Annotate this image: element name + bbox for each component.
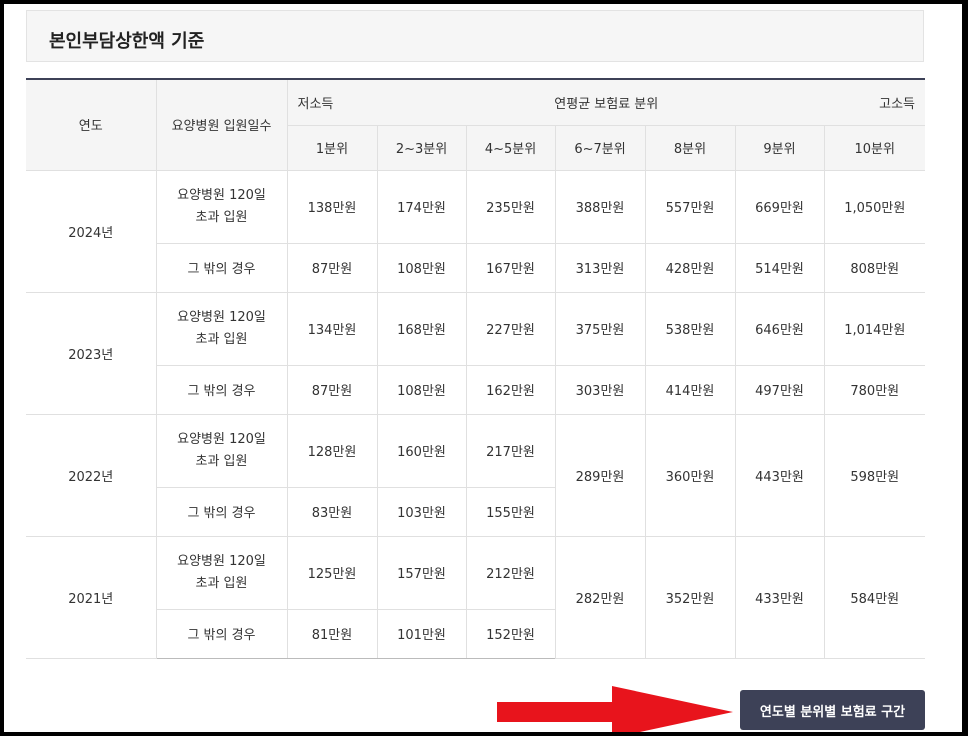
value-cell: 388만원 [554,169,646,244]
value-cell: 235만원 [465,169,556,244]
value-cell: 87만원 [286,364,378,415]
section-title: 본인부담상한액 기준 [49,31,205,52]
table-row: 그 밖의 경우 87만원 108만원 162만원 303만원 414만원 497… [26,364,926,415]
header-band: 저소득 연평균 보험료 분위 고소득 [286,78,926,126]
value-cell: 303만원 [554,364,646,415]
value-cell: 598만원 [823,413,926,537]
value-cell: 101만원 [376,608,467,659]
table-row: 2024년 요양병원 120일 초과 입원 138만원 174만원 235만원 … [26,169,926,293]
value-cell: 428만원 [644,242,736,293]
condition-cell: 요양병원 120일 초과 입원 [155,169,288,244]
header-band-label: 연평균 보험료 분위 [554,96,659,112]
value-cell: 212만원 [465,535,556,610]
value-cell: 514만원 [734,242,825,293]
table-row: 2021년 요양병원 120일 초과 입원 125만원 157만원 212만원 … [26,535,926,659]
year-cell: 2023년 [26,291,157,415]
value-cell: 108만원 [376,242,467,293]
value-cell: 227만원 [465,291,556,366]
condition-cell: 그 밖의 경우 [156,608,288,659]
value-cell: 433만원 [734,535,825,659]
header-decile: 2~3분위 [376,124,467,171]
value-cell: 360만원 [644,413,736,537]
table-row: 2022년 요양병원 120일 초과 입원 128만원 160만원 217만원 … [26,413,926,537]
value-cell: 538만원 [644,291,736,366]
value-cell: 103만원 [376,486,467,537]
header-year: 연도 [26,78,157,171]
year-cell: 2021년 [26,535,157,659]
condition-line: 초과 입원 [195,209,248,225]
value-cell: 352만원 [644,535,736,659]
condition-line: 요양병원 120일 [177,187,266,203]
condition-cell: 요양병원 120일 초과 입원 [155,535,288,610]
header-low-income: 저소득 [297,96,334,112]
condition-line: 초과 입원 [195,575,248,591]
value-cell: 108만원 [376,364,467,415]
header-decile: 8분위 [644,124,736,171]
header-high-income: 고소득 [879,96,916,112]
condition-line: 초과 입원 [195,453,248,469]
value-cell: 669만원 [734,169,825,244]
value-cell: 414만원 [644,364,736,415]
value-cell: 217만원 [465,413,556,488]
condition-cell: 그 밖의 경우 [156,486,288,537]
premium-band-by-year-button[interactable]: 연도별 분위별 보험료 구간 [740,690,925,730]
table-row: 2023년 요양병원 120일 초과 입원 134만원 168만원 227만원 … [26,291,926,415]
copay-limit-table: 연도 요양병원 입원일수 저소득 연평균 보험료 분위 고소득 1분위 2~3분… [26,78,926,659]
header-decile: 1분위 [287,124,378,171]
value-cell: 1,014만원 [823,291,926,366]
value-cell: 87만원 [286,242,378,293]
condition-cell: 요양병원 120일 초과 입원 [155,291,288,366]
value-cell: 138만원 [286,169,378,244]
value-cell: 584만원 [823,535,926,659]
condition-line: 요양병원 120일 [177,431,266,447]
value-cell: 313만원 [554,242,646,293]
value-cell: 497만원 [734,364,825,415]
red-arrow-icon [497,686,733,732]
header-decile: 6~7분위 [554,124,646,171]
value-cell: 167만원 [465,242,556,293]
condition-cell: 그 밖의 경우 [156,364,288,415]
value-cell: 808만원 [823,242,926,293]
year-cell: 2024년 [26,169,157,293]
value-cell: 157만원 [376,535,467,610]
value-cell: 174만원 [376,169,467,244]
value-cell: 168만원 [376,291,467,366]
header-decile: 4~5분위 [465,124,556,171]
value-cell: 160만원 [376,413,467,488]
header-decile: 10분위 [823,124,926,171]
condition-cell: 요양병원 120일 초과 입원 [155,413,288,488]
condition-cell: 그 밖의 경우 [156,242,288,293]
value-cell: 375만원 [554,291,646,366]
condition-line: 요양병원 120일 [177,309,266,325]
value-cell: 780만원 [823,364,926,415]
header-days: 요양병원 입원일수 [155,78,288,171]
value-cell: 162만원 [465,364,556,415]
value-cell: 1,050만원 [823,169,926,244]
value-cell: 443만원 [734,413,825,537]
value-cell: 155만원 [465,486,555,537]
page-frame: 본인부담상한액 기준 연도 요양병원 입원일수 저소득 연평균 보험료 분위 고… [4,4,962,732]
value-cell: 646만원 [734,291,825,366]
section-header: 본인부담상한액 기준 [26,10,924,62]
value-cell: 152만원 [465,608,555,659]
header-decile: 9분위 [734,124,825,171]
value-cell: 83만원 [286,486,378,537]
value-cell: 282만원 [554,535,646,659]
value-cell: 81만원 [286,608,378,659]
value-cell: 289만원 [554,413,646,537]
value-cell: 128만원 [286,413,378,488]
condition-line: 초과 입원 [195,331,248,347]
value-cell: 557만원 [644,169,736,244]
value-cell: 125만원 [286,535,378,610]
condition-line: 요양병원 120일 [177,553,266,569]
value-cell: 134만원 [286,291,378,366]
table-row: 그 밖의 경우 87만원 108만원 167만원 313만원 428만원 514… [26,242,926,293]
year-cell: 2022년 [26,413,157,537]
